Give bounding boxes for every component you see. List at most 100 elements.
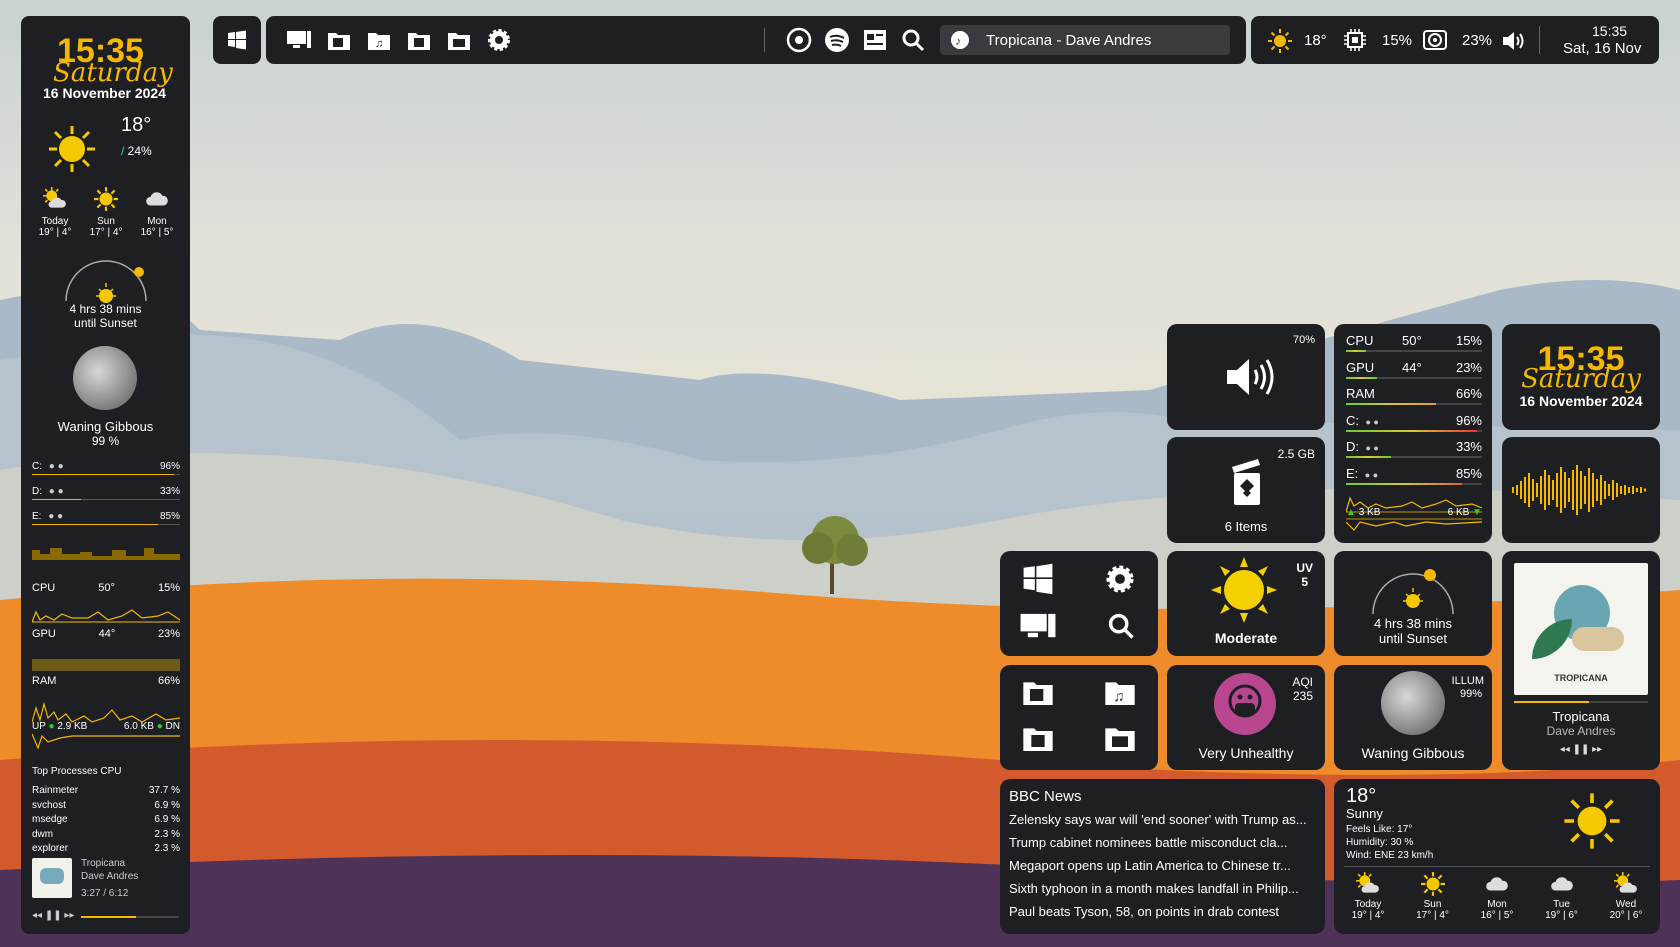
process-value: 2.3 % bbox=[154, 843, 180, 854]
waveform-bar bbox=[1524, 477, 1526, 503]
documents-folder-icon[interactable] bbox=[326, 27, 352, 53]
news-item[interactable]: Trump cabinet nominees battle misconduct… bbox=[1009, 835, 1319, 858]
player-controls[interactable]: ◂◂ ❚❚ ▸▸ bbox=[1502, 744, 1660, 755]
sys-stat-fill bbox=[1346, 482, 1462, 485]
news-item[interactable]: Zelensky says war will 'end sooner' with… bbox=[1009, 812, 1319, 835]
pause-icon[interactable]: ❚❚ bbox=[1573, 744, 1590, 755]
previous-icon[interactable]: ◂◂ bbox=[1560, 744, 1570, 755]
previous-icon[interactable]: ◂◂ bbox=[32, 910, 42, 921]
waveform-bar bbox=[1552, 480, 1554, 500]
pause-icon[interactable]: ❚❚ bbox=[45, 910, 62, 921]
player-progress[interactable] bbox=[81, 916, 179, 918]
player-artist: Dave Andres bbox=[81, 871, 139, 882]
drive-row: D: ● ● 33% bbox=[32, 486, 180, 497]
sys-stat-line: RAM 66% bbox=[1346, 386, 1482, 401]
drive-item: D: ● ● 33% bbox=[32, 486, 180, 500]
news-title[interactable]: BBC News bbox=[1009, 788, 1082, 805]
music-folder-icon[interactable]: ♫ bbox=[366, 27, 392, 53]
sys-stat-label: D: ● ● bbox=[1346, 439, 1379, 454]
speaker-icon[interactable] bbox=[1501, 29, 1527, 53]
aqi-value: 235 bbox=[1292, 689, 1313, 703]
volume-tile[interactable]: 70% bbox=[1167, 324, 1325, 430]
clock-tile: 15:35 Saturday 16 November 2024 bbox=[1502, 324, 1660, 430]
spotify-icon[interactable] bbox=[824, 27, 850, 53]
forecast-day-label: Sun bbox=[97, 216, 115, 227]
svg-text:♫: ♫ bbox=[375, 38, 383, 50]
search-icon[interactable] bbox=[1106, 611, 1136, 641]
videos-folder-icon[interactable] bbox=[1102, 723, 1138, 755]
drive-usage-bar bbox=[32, 524, 180, 525]
weather-wind: Wind: ENE 23 km/h bbox=[1346, 850, 1434, 861]
search-icon[interactable] bbox=[900, 27, 926, 53]
waveform-bar bbox=[1556, 473, 1558, 507]
next-icon[interactable]: ▸▸ bbox=[64, 910, 74, 921]
settings-gear-icon[interactable] bbox=[1104, 563, 1136, 595]
sidebar-cpu-row: CPU 50° 15% bbox=[32, 582, 180, 594]
news-app-icon[interactable] bbox=[862, 27, 888, 53]
tray-temp: 18° bbox=[1304, 32, 1327, 49]
next-icon[interactable]: ▸▸ bbox=[1592, 744, 1602, 755]
waveform-bar bbox=[1600, 475, 1602, 505]
pictures-folder-icon[interactable] bbox=[1020, 723, 1056, 755]
forecast-day-label: Tue bbox=[1553, 899, 1570, 910]
documents-folder-icon[interactable] bbox=[1020, 677, 1056, 709]
media-now-playing[interactable]: ♪ Tropicana - Dave Andres bbox=[940, 25, 1230, 55]
waveform-bar bbox=[1564, 472, 1566, 508]
sun-arc bbox=[1372, 569, 1454, 615]
sys-stat-value: 15% bbox=[1455, 333, 1482, 348]
settings-gear-icon[interactable] bbox=[486, 27, 512, 53]
tray-time[interactable]: 15:35 bbox=[1592, 23, 1627, 39]
process-row: explorer 2.3 % bbox=[32, 843, 180, 858]
player-controls[interactable]: ◂◂ ❚❚ ▸▸ bbox=[32, 910, 74, 921]
windows-logo-icon[interactable] bbox=[1022, 563, 1054, 595]
music-folder-icon[interactable]: ♫ bbox=[1102, 677, 1138, 709]
forecast-day: Today 19° | 4° bbox=[1340, 871, 1396, 921]
drive-usage-bar bbox=[32, 474, 180, 475]
waveform-bar bbox=[1640, 487, 1642, 493]
waveform-bar bbox=[1592, 473, 1594, 507]
drive-value: 96% bbox=[159, 461, 180, 472]
recycle-bin-tile[interactable]: 2.5 GB 6 Items bbox=[1167, 437, 1325, 543]
weather-humidity: Humidity: 30 % bbox=[1346, 837, 1414, 848]
cpu-chip-icon bbox=[1344, 29, 1366, 51]
forecast-day: Wed 20° | 6° bbox=[1598, 871, 1654, 921]
forecast-day-label: Mon bbox=[147, 216, 167, 227]
forecast-temps: 19° | 4° bbox=[1351, 910, 1385, 921]
sys-stat-row: GPU 44° 23% bbox=[1346, 360, 1482, 387]
news-item[interactable]: Sixth typhoon in a month makes landfall … bbox=[1009, 881, 1319, 904]
sys-stat-row: C: ● ● 96% bbox=[1346, 413, 1482, 440]
album-cover: TROPICANA bbox=[1514, 563, 1648, 695]
weather-temp: 18° bbox=[1346, 785, 1377, 807]
news-item[interactable]: Paul beats Tyson, 58, on points in drab … bbox=[1009, 904, 1319, 927]
pictures-folder-icon[interactable] bbox=[406, 27, 432, 53]
taskbar: ♫ ♪ Tropicana - Dave Andres bbox=[266, 16, 1246, 64]
drive-status-dots: ● ● bbox=[46, 461, 64, 472]
sys-stat-label: GPU bbox=[1346, 359, 1375, 375]
player-time: 3:27 / 6:12 bbox=[81, 888, 129, 899]
moon-tile: ILLUM 99% Waning Gibbous bbox=[1334, 665, 1492, 770]
cloud-icon bbox=[146, 192, 168, 206]
drive-row: E: ● ● 85% bbox=[32, 511, 180, 522]
waveform-bar bbox=[1644, 488, 1646, 492]
process-name: explorer bbox=[32, 843, 69, 854]
sys-stat-value: 33% bbox=[1455, 439, 1482, 454]
left-sidebar: 15:35 Saturday 16 November 2024 18° / 24… bbox=[21, 16, 190, 934]
waveform-bar bbox=[1628, 487, 1630, 493]
computer-icon[interactable] bbox=[1018, 611, 1058, 643]
news-item[interactable]: Megaport opens up Latin America to Chine… bbox=[1009, 858, 1319, 881]
player-progress[interactable] bbox=[1514, 701, 1648, 703]
uv-label: UV bbox=[1296, 561, 1313, 575]
tray-date[interactable]: Sat, 16 Nov bbox=[1563, 40, 1641, 57]
sys-stat-label: CPU bbox=[1346, 333, 1374, 348]
waveform-bar bbox=[1560, 467, 1562, 513]
weather-humidity: / 24% bbox=[121, 144, 152, 158]
sys-stat-value: 96% bbox=[1455, 412, 1482, 428]
forecast-temps: 19° | 4° bbox=[38, 227, 72, 238]
computer-icon[interactable] bbox=[286, 27, 312, 53]
videos-folder-icon[interactable] bbox=[446, 27, 472, 53]
sys-stat-line: D: ● ● 33% bbox=[1346, 439, 1482, 454]
waveform-bar bbox=[1580, 471, 1582, 509]
chrome-icon[interactable] bbox=[786, 27, 812, 53]
player-title: Tropicana bbox=[1552, 709, 1610, 724]
start-button-panel[interactable] bbox=[213, 16, 261, 64]
